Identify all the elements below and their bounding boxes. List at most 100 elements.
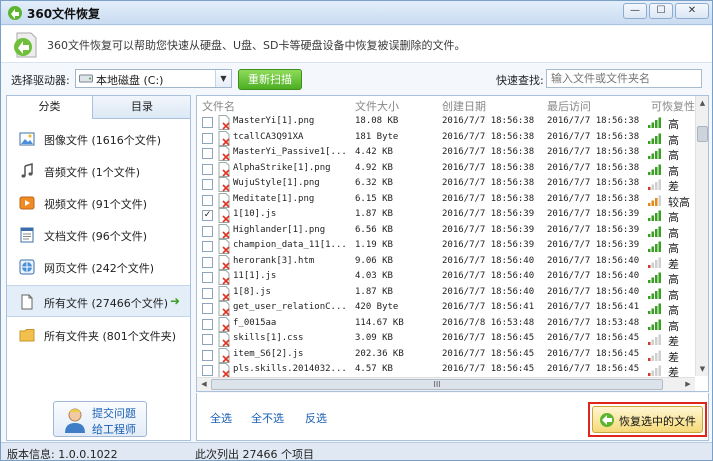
restore-selected-button[interactable]: 恢复选中的文件 (592, 406, 703, 433)
table-row[interactable]: MasterYi[1].png 18.08 KB 2016/7/7 18:56:38… (197, 114, 695, 131)
file-created: 2016/7/7 18:56:45 (442, 333, 535, 343)
file-name: tcallCA3Q91XA (233, 131, 304, 142)
file-name: MasterYi[1].png (233, 116, 315, 126)
rescan-button[interactable]: 重新扫描 (238, 69, 302, 90)
category-tabs: 分类 目录 (7, 96, 190, 119)
window-title: 360文件恢复 (27, 7, 101, 21)
table-row[interactable]: champion_data_11[1... 1.19 KB 2016/7/7 18:… (197, 238, 695, 255)
row-checkbox[interactable] (202, 241, 213, 252)
webpage-icon (19, 259, 35, 275)
signal-bars-icon (648, 179, 661, 190)
drive-select[interactable]: 本地磁盘 (C:) ▼ (75, 69, 232, 88)
row-checkbox[interactable] (202, 117, 213, 128)
restore-highlight: 恢复选中的文件 (588, 402, 707, 437)
scroll-up-icon[interactable]: ▲ (696, 96, 708, 110)
table-row[interactable]: skills[1].css 3.09 KB 2016/7/7 18:56:45 201… (197, 331, 695, 348)
table-row[interactable]: get_user_relationC... 420 Byte 2016/7/7 18… (197, 300, 695, 317)
row-checkbox[interactable] (202, 179, 213, 190)
select-none-link[interactable]: 全不选 (251, 410, 284, 426)
scroll-down-icon[interactable]: ▼ (696, 362, 708, 376)
row-checkbox[interactable] (202, 194, 213, 206)
row-checkbox[interactable] (202, 132, 213, 144)
table-row[interactable]: Meditate[1].png 6.15 KB 2016/7/7 18:56:38 2… (197, 192, 695, 209)
row-checkbox[interactable] (202, 318, 213, 330)
column-header-name[interactable]: 文件名 (202, 98, 235, 114)
file-name: WujuStyle[1].png (233, 178, 320, 188)
table-row[interactable]: Highlander[1].png 6.56 KB 2016/7/7 18:56:3… (197, 223, 695, 240)
file-size: 420 Byte (355, 302, 399, 312)
category-item-video[interactable]: 视频文件 (91个文件) (7, 187, 190, 219)
category-item-all-folders[interactable]: 所有文件夹 (801个文件夹) (7, 319, 190, 351)
file-size: 6.15 KB (355, 193, 393, 204)
drive-value: 本地磁盘 (C:) (96, 74, 164, 87)
file-name: AlphaStrike[1].png (233, 162, 331, 173)
column-header-size[interactable]: 文件大小 (355, 98, 399, 114)
title-bar: 360文件恢复 — ☐ ✕ (1, 1, 712, 25)
maximize-button[interactable]: ☐ (649, 3, 673, 19)
row-checkbox[interactable] (202, 163, 213, 175)
signal-bars-icon (648, 164, 661, 175)
file-accessed: 2016/7/7 18:56:38 (547, 116, 640, 126)
file-accessed: 2016/7/7 18:53:48 (547, 317, 640, 328)
table-row[interactable]: item_S6[2].js 202.36 KB 2016/7/7 18:56:45 2… (197, 347, 695, 364)
row-checkbox[interactable] (202, 148, 213, 159)
category-item-webpages[interactable]: 网页文件 (242个文件) (7, 251, 190, 283)
horizontal-scrollbar[interactable]: ◀ III ▶ (197, 377, 695, 391)
table-row[interactable]: herorank[3].htm 9.06 KB 2016/7/7 18:56:40 2… (197, 254, 695, 271)
file-name: champion_data_11[1... (233, 240, 347, 250)
table-row[interactable]: 1[8].js 1.87 KB 2016/7/7 18:56:40 2016/7/7 … (197, 285, 695, 302)
scroll-left-icon[interactable]: ◀ (197, 378, 211, 391)
deleted-file-icon (218, 161, 230, 177)
category-item-all-files[interactable]: 所有文件 (27466个文件) ➜ (7, 285, 190, 317)
file-created: 2016/7/7 18:56:41 (442, 302, 535, 312)
close-button[interactable]: ✕ (675, 3, 709, 19)
column-header-accessed[interactable]: 最后访问 (547, 98, 591, 114)
tab-category[interactable]: 分类 (7, 96, 93, 119)
row-checkbox[interactable] (202, 225, 213, 237)
category-label: 图像文件 (1616个文件) (44, 134, 162, 147)
vertical-scroll-thumb[interactable] (697, 126, 708, 142)
row-checkbox[interactable] (202, 334, 213, 345)
row-checkbox[interactable] (202, 272, 213, 283)
row-checkbox[interactable] (202, 303, 213, 314)
arrow-right-icon: ➜ (170, 294, 181, 308)
table-row[interactable]: AlphaStrike[1].png 4.92 KB 2016/7/7 18:56:… (197, 161, 695, 178)
signal-bars-icon (648, 334, 661, 345)
file-accessed: 2016/7/7 18:56:40 (547, 255, 640, 266)
row-checkbox[interactable] (202, 287, 213, 299)
feedback-button[interactable]: 提交问题 给工程师 (53, 401, 147, 437)
signal-bars-icon (648, 133, 661, 144)
vertical-scrollbar[interactable]: ▲ ▼ (695, 96, 708, 376)
action-bar: 全选 全不选 反选 恢复选中的文件 (196, 393, 709, 441)
file-accessed: 2016/7/7 18:56:40 (547, 286, 640, 297)
category-label: 网页文件 (242个文件) (44, 262, 155, 275)
scroll-right-icon[interactable]: ▶ (681, 378, 695, 391)
row-checkbox[interactable] (202, 365, 213, 376)
table-row[interactable]: f_0015aa 114.67 KB 2016/7/8 16:53:48 2016/7… (197, 316, 695, 333)
table-row[interactable]: MasterYi_Passive1[... 4.42 KB 2016/7/7 18:… (197, 145, 695, 162)
horizontal-scroll-thumb[interactable]: III (211, 379, 663, 390)
category-item-documents[interactable]: 文档文件 (96个文件) (7, 219, 190, 251)
search-label: 快速查找: (496, 74, 544, 87)
table-row[interactable]: 11[1].js 4.03 KB 2016/7/7 18:56:40 2016/7/7… (197, 269, 695, 286)
table-row[interactable]: tcallCA3Q91XA 181 Byte 2016/7/7 18:56:38 20… (197, 130, 695, 147)
tab-directory[interactable]: 目录 (94, 96, 190, 118)
file-created: 2016/7/7 18:56:45 (442, 348, 535, 359)
category-item-audio[interactable]: 音频文件 (1个文件) (7, 155, 190, 187)
select-all-link[interactable]: 全选 (210, 410, 232, 426)
feedback-label-2: 给工程师 (92, 423, 136, 436)
deleted-file-icon (218, 115, 230, 130)
minimize-button[interactable]: — (623, 3, 647, 19)
invert-selection-link[interactable]: 反选 (305, 410, 327, 426)
column-header-recoverability[interactable]: 可恢复性 (651, 98, 695, 114)
row-checkbox[interactable] (202, 349, 213, 361)
chevron-down-icon[interactable]: ▼ (215, 70, 231, 87)
table-row[interactable]: ✓ 1[10].js 1.87 KB 2016/7/7 18:56:39 2016/7/… (197, 207, 695, 224)
category-item-images[interactable]: 图像文件 (1616个文件) (7, 123, 190, 155)
column-header-created[interactable]: 创建日期 (442, 98, 486, 114)
search-input[interactable] (546, 69, 702, 88)
row-checkbox[interactable]: ✓ (202, 210, 213, 221)
signal-bars-icon (648, 241, 661, 252)
row-checkbox[interactable] (202, 256, 213, 268)
table-row[interactable]: WujuStyle[1].png 6.32 KB 2016/7/7 18:56:38… (197, 176, 695, 193)
